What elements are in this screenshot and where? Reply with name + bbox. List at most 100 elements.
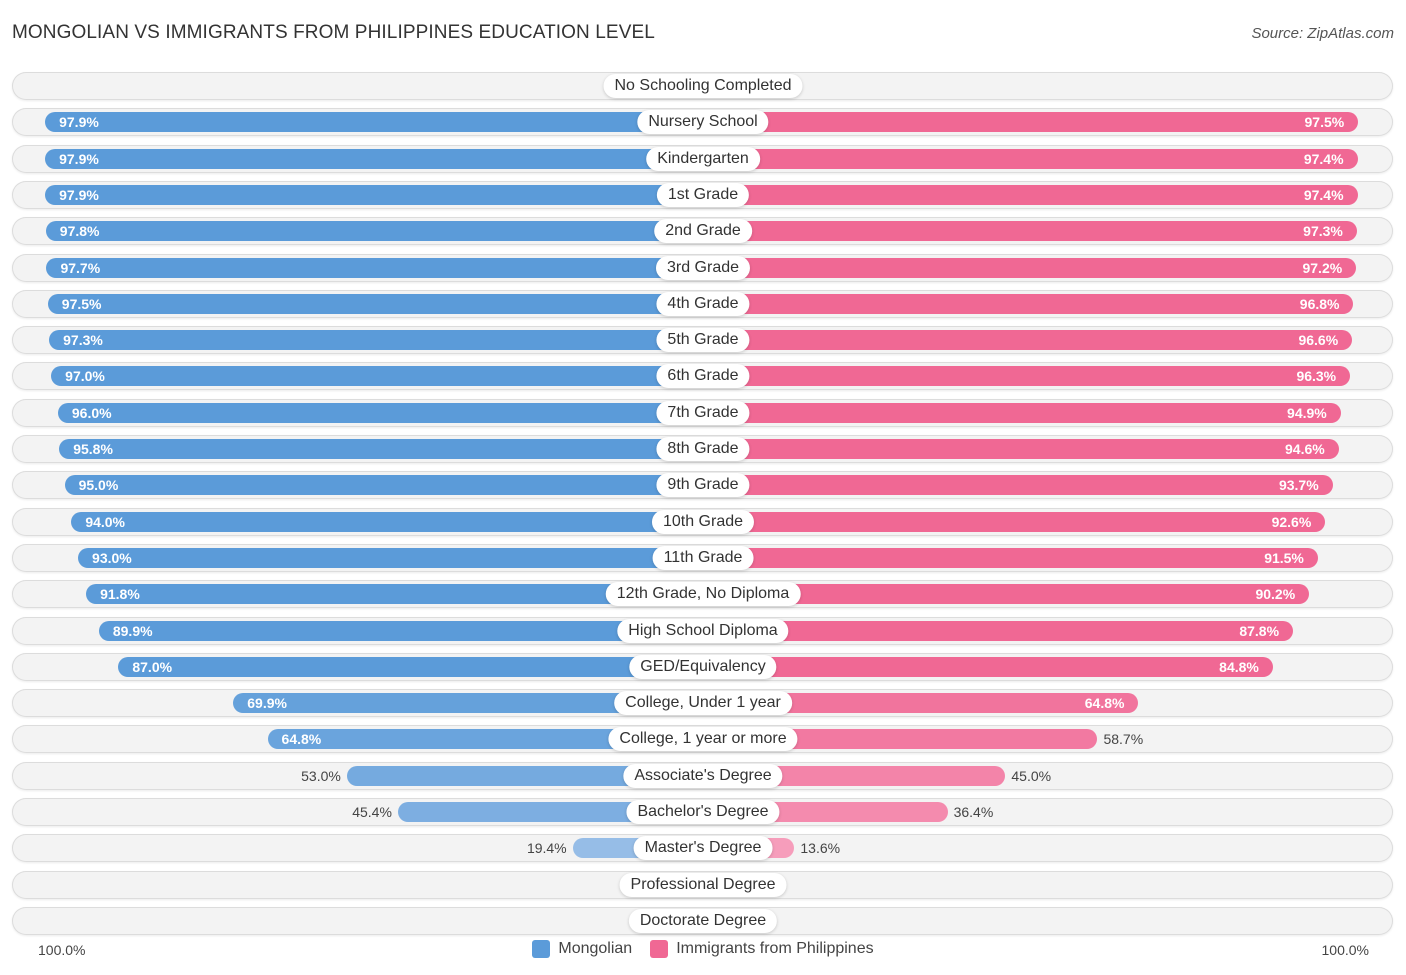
value-label-philippines: 91.5% bbox=[1264, 549, 1304, 566]
bar-philippines[interactable] bbox=[703, 439, 1339, 459]
value-label-mongolian: 97.3% bbox=[63, 332, 103, 349]
value-label-mongolian: 19.4% bbox=[526, 840, 567, 857]
bar-mongolian[interactable] bbox=[78, 547, 703, 568]
category-label: 10th Grade bbox=[651, 509, 755, 534]
bar-mongolian[interactable] bbox=[51, 366, 703, 387]
value-label-mongolian: 95.0% bbox=[78, 477, 119, 494]
value-label-philippines: 97.3% bbox=[1303, 223, 1343, 240]
category-label: College, 1 year or more bbox=[608, 727, 798, 752]
value-label-philippines: 97.4% bbox=[1303, 150, 1344, 167]
value-label-mongolian: 97.9% bbox=[59, 186, 99, 203]
value-label-mongolian: 69.9% bbox=[247, 695, 287, 712]
category-label: 7th Grade bbox=[656, 400, 750, 425]
value-label-mongolian: 97.8% bbox=[59, 223, 100, 240]
bar-mongolian[interactable] bbox=[47, 293, 703, 314]
value-label-mongolian: 45.4% bbox=[352, 804, 392, 820]
category-label: Master's Degree bbox=[633, 836, 773, 861]
bar-philippines[interactable] bbox=[703, 366, 1351, 387]
value-label-mongolian: 97.9% bbox=[59, 114, 99, 131]
bar-mongolian[interactable] bbox=[98, 620, 703, 641]
diverging-bar-chart: 2.1%2.6%No Schooling Completed97.9%97.5%… bbox=[0, 0, 1406, 975]
legend-item-mongolian[interactable]: Mongolian bbox=[532, 940, 632, 958]
category-label: High School Diploma bbox=[617, 618, 789, 643]
bar-philippines[interactable] bbox=[703, 148, 1358, 169]
category-label: College, Under 1 year bbox=[614, 691, 792, 716]
value-label-mongolian: 94.0% bbox=[85, 513, 126, 530]
value-label-mongolian: 95.8% bbox=[73, 441, 113, 457]
bar-philippines[interactable] bbox=[703, 547, 1318, 568]
value-label-mongolian: 97.5% bbox=[61, 295, 102, 312]
bar-mongolian[interactable] bbox=[46, 257, 703, 278]
bar-mongolian[interactable] bbox=[45, 148, 703, 169]
value-label-philippines: 92.6% bbox=[1271, 513, 1312, 530]
bar-philippines[interactable] bbox=[703, 620, 1294, 641]
value-label-philippines: 96.6% bbox=[1298, 332, 1339, 349]
category-label: Doctorate Degree bbox=[628, 908, 778, 933]
bar-mongolian[interactable] bbox=[118, 656, 703, 677]
value-label-philippines: 96.8% bbox=[1299, 295, 1340, 312]
value-label-mongolian: 97.7% bbox=[60, 259, 101, 276]
category-label: 8th Grade bbox=[656, 437, 750, 461]
value-label-philippines: 94.6% bbox=[1285, 441, 1325, 457]
category-label: 4th Grade bbox=[656, 291, 750, 316]
value-label-mongolian: 87.0% bbox=[132, 658, 173, 675]
bar-mongolian[interactable] bbox=[71, 511, 703, 532]
value-label-philippines: 64.8% bbox=[1084, 695, 1125, 712]
bar-mongolian[interactable] bbox=[45, 221, 703, 242]
category-label: 6th Grade bbox=[656, 364, 750, 389]
value-label-philippines: 45.0% bbox=[1011, 767, 1052, 784]
legend-swatch-philippines bbox=[650, 940, 669, 958]
value-label-philippines: 97.2% bbox=[1302, 259, 1343, 276]
category-label: Associate's Degree bbox=[623, 763, 783, 788]
legend-swatch-mongolian bbox=[532, 940, 551, 958]
value-label-philippines: 87.8% bbox=[1239, 622, 1280, 639]
bar-mongolian[interactable] bbox=[49, 330, 703, 351]
bar-mongolian[interactable] bbox=[59, 439, 703, 459]
bar-philippines[interactable] bbox=[703, 656, 1273, 677]
value-label-philippines: 93.7% bbox=[1278, 477, 1319, 494]
value-label-philippines: 97.5% bbox=[1304, 114, 1345, 131]
category-label: 3rd Grade bbox=[655, 255, 751, 280]
bar-philippines[interactable] bbox=[703, 293, 1354, 314]
bar-philippines[interactable] bbox=[703, 475, 1333, 496]
category-label: Bachelor's Degree bbox=[626, 800, 780, 824]
value-label-philippines: 94.9% bbox=[1287, 404, 1327, 421]
value-label-mongolian: 64.8% bbox=[281, 731, 322, 748]
value-label-mongolian: 93.0% bbox=[92, 549, 132, 566]
value-label-mongolian: 97.9% bbox=[59, 150, 99, 167]
bar-philippines[interactable] bbox=[703, 402, 1341, 423]
category-label: GED/Equivalency bbox=[629, 654, 777, 679]
category-label: No Schooling Completed bbox=[603, 74, 803, 98]
bar-mongolian[interactable] bbox=[64, 475, 703, 496]
value-label-mongolian: 96.0% bbox=[71, 404, 112, 421]
category-label: Professional Degree bbox=[619, 872, 787, 897]
value-label-mongolian: 97.0% bbox=[65, 368, 105, 385]
bar-philippines[interactable] bbox=[703, 511, 1326, 532]
bar-philippines[interactable] bbox=[703, 112, 1359, 133]
bar-philippines[interactable] bbox=[703, 330, 1353, 351]
bar-philippines[interactable] bbox=[703, 221, 1357, 242]
legend-item-philippines[interactable]: Immigrants from Philippines bbox=[650, 940, 874, 958]
bar-mongolian[interactable] bbox=[57, 402, 703, 423]
category-label: 11th Grade bbox=[652, 545, 754, 570]
category-label: 9th Grade bbox=[656, 473, 750, 498]
bar-mongolian[interactable] bbox=[45, 184, 703, 205]
category-label: Kindergarten bbox=[646, 146, 760, 171]
legend: Mongolian Immigrants from Philippines bbox=[0, 940, 1406, 958]
category-label: 1st Grade bbox=[656, 182, 750, 207]
value-label-philippines: 97.4% bbox=[1303, 186, 1344, 203]
value-label-mongolian: 53.0% bbox=[301, 767, 341, 784]
bar-mongolian[interactable] bbox=[45, 112, 703, 133]
value-label-philippines: 13.6% bbox=[800, 840, 841, 857]
bar-philippines[interactable] bbox=[703, 184, 1358, 205]
category-label: 5th Grade bbox=[656, 328, 750, 353]
bar-philippines[interactable] bbox=[703, 257, 1357, 278]
category-label: 2nd Grade bbox=[654, 219, 752, 244]
value-label-philippines: 36.4% bbox=[953, 804, 994, 820]
category-label: Nursery School bbox=[637, 110, 769, 135]
legend-label-mongolian: Mongolian bbox=[558, 940, 633, 957]
value-label-philippines: 58.7% bbox=[1103, 731, 1144, 748]
legend-label-philippines: Immigrants from Philippines bbox=[676, 940, 874, 957]
value-label-mongolian: 91.8% bbox=[100, 586, 140, 603]
value-label-philippines: 90.2% bbox=[1255, 586, 1296, 603]
